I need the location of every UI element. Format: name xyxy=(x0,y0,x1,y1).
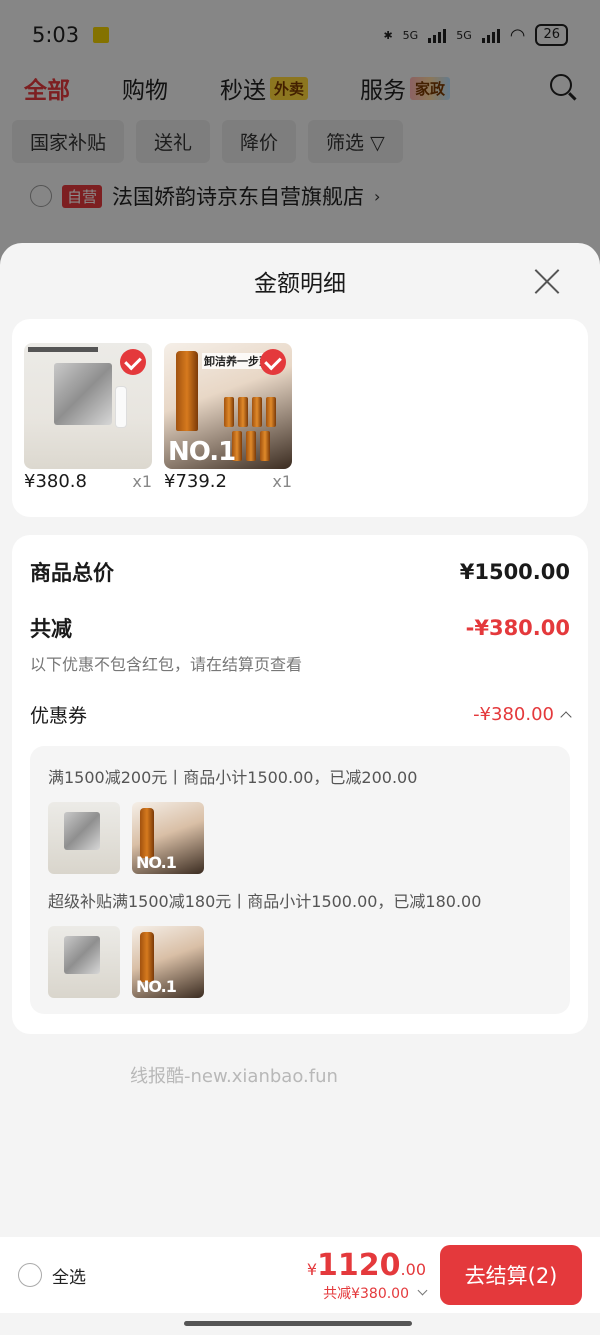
total-price-label: 商品总价 xyxy=(30,561,114,585)
total-summary[interactable]: ¥ 1120 .00 共减¥380.00 xyxy=(306,1247,428,1303)
home-indicator[interactable] xyxy=(184,1321,412,1326)
watermark: 线报酷-new.xianbao.fun xyxy=(130,1066,338,1087)
chevron-up-icon xyxy=(560,710,572,723)
total-price-row: 商品总价 ¥1500.00 xyxy=(30,557,570,587)
product-image-cleansing-oil: 卸洁养一步到位 NO.1 xyxy=(164,343,292,469)
discount-value: -¥380.00 xyxy=(465,616,570,640)
chevron-down-icon xyxy=(417,1285,428,1296)
checkmark-icon xyxy=(120,349,146,375)
price-summary-card: 商品总价 ¥1500.00 共减 -¥380.00 以下优惠不包含红包，请在结算… xyxy=(12,535,588,1034)
total-price-value: ¥1500.00 xyxy=(459,560,570,584)
coupon-line: 满1500减200元丨商品小计1500.00，已减200.00 xyxy=(48,768,418,787)
sheet-title: 金额明细 xyxy=(254,271,346,297)
coupon-detail-box: 满1500减200元丨商品小计1500.00，已减200.00 NO.1 超级补… xyxy=(30,746,570,1014)
discount-note: 以下优惠不包含红包，请在结算页查看 xyxy=(30,655,303,674)
coupon-product-thumbs: NO.1 xyxy=(48,802,552,874)
coupon-value[interactable]: -¥380.00 xyxy=(473,704,572,725)
amount-detail-sheet: 金额明细 ¥380.8 x1 卸洁养一步到位 NO.1 ¥739.2 x1 商品… xyxy=(0,243,600,1335)
mini-product-image xyxy=(48,926,120,998)
mini-product-image xyxy=(48,802,120,874)
total-saved: 共减¥380.00 xyxy=(307,1283,428,1303)
total-amount: ¥ 1120 .00 xyxy=(306,1247,426,1283)
coupon-label: 优惠券 xyxy=(30,705,88,727)
mini-product-image: NO.1 xyxy=(132,926,204,998)
coupon-line: 超级补贴满1500减180元丨商品小计1500.00，已减180.00 xyxy=(48,892,482,911)
sheet-header: 金额明细 xyxy=(0,243,600,319)
product-item[interactable]: 卸洁养一步到位 NO.1 ¥739.2 x1 xyxy=(164,343,292,517)
product-qty: x1 xyxy=(132,472,152,491)
checkout-bar: 全选 ¥ 1120 .00 共减¥380.00 去结算(2) xyxy=(0,1237,600,1313)
product-price: ¥380.8 xyxy=(24,471,87,492)
checkout-button[interactable]: 去结算(2) xyxy=(440,1245,582,1305)
discount-label: 共减 xyxy=(30,617,72,641)
coupon-row[interactable]: 优惠券 -¥380.00 xyxy=(30,701,572,728)
product-qty: x1 xyxy=(272,472,292,491)
coupon-product-thumbs: NO.1 xyxy=(48,926,552,998)
product-item[interactable]: ¥380.8 x1 xyxy=(24,343,152,517)
close-icon[interactable] xyxy=(534,268,560,294)
product-list-card: ¥380.8 x1 卸洁养一步到位 NO.1 ¥739.2 x1 xyxy=(12,319,588,517)
product-image-issey xyxy=(24,343,152,469)
select-all-radio[interactable] xyxy=(18,1263,42,1287)
select-all-label[interactable]: 全选 xyxy=(52,1263,86,1288)
mini-product-image: NO.1 xyxy=(132,802,204,874)
discount-row: 共减 -¥380.00 xyxy=(30,613,570,643)
checkmark-icon xyxy=(260,349,286,375)
product-price: ¥739.2 xyxy=(164,471,227,492)
